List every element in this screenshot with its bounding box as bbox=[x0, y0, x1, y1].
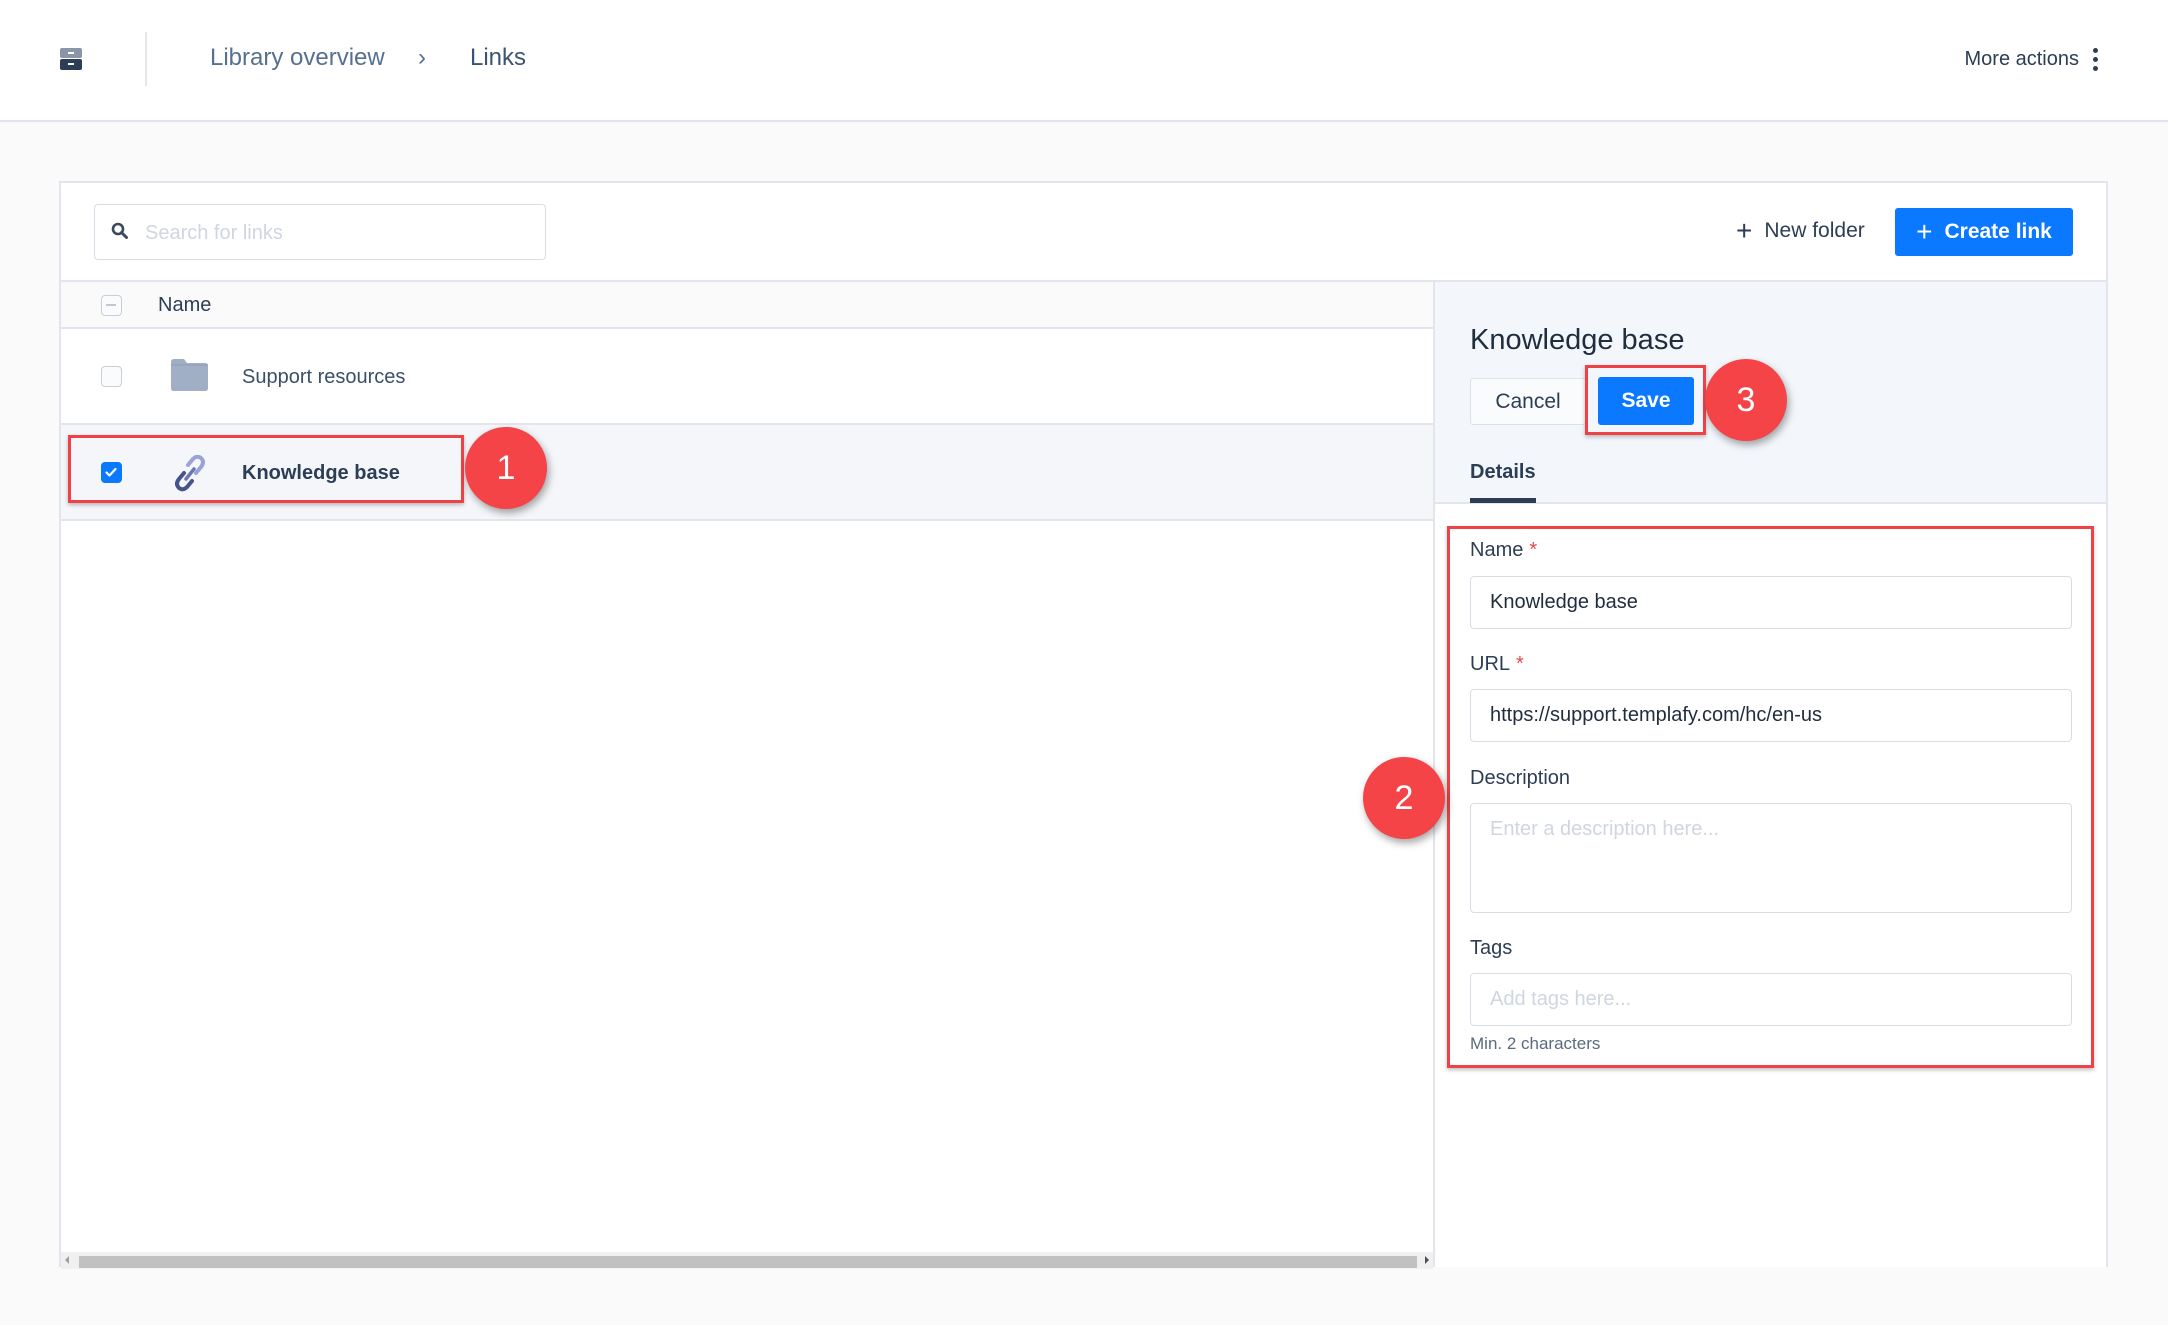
scroll-right-icon[interactable] bbox=[1425, 1256, 1429, 1264]
name-input[interactable] bbox=[1470, 576, 2072, 629]
required-mark: * bbox=[1529, 539, 1538, 561]
folder-icon bbox=[171, 359, 208, 391]
url-input[interactable] bbox=[1470, 689, 2072, 742]
new-folder-button[interactable]: + New folder bbox=[1736, 206, 1865, 256]
links-list: Name Support resources Knowledge base bbox=[61, 280, 1433, 1269]
kebab-vertical-icon bbox=[2093, 47, 2098, 71]
plus-icon: + bbox=[1736, 215, 1753, 246]
search-box[interactable] bbox=[94, 204, 546, 260]
create-link-label: Create link bbox=[1944, 220, 2052, 243]
more-actions-label: More actions bbox=[1964, 48, 2080, 70]
scroll-left-icon[interactable] bbox=[65, 1256, 69, 1264]
list-row-selected[interactable]: Knowledge base bbox=[61, 425, 1433, 521]
top-bar: Library overview › Links More actions bbox=[0, 0, 2168, 122]
required-mark: * bbox=[1516, 653, 1524, 675]
create-link-button[interactable]: + Create link bbox=[1895, 208, 2073, 256]
callout-badge-1: 1 bbox=[465, 427, 547, 509]
plus-icon: + bbox=[1916, 216, 1933, 247]
new-folder-label: New folder bbox=[1764, 219, 1865, 242]
select-all-checkbox[interactable] bbox=[101, 295, 122, 316]
save-button[interactable]: Save bbox=[1598, 377, 1694, 425]
horizontal-scrollbar[interactable] bbox=[61, 1252, 1433, 1269]
search-icon bbox=[111, 222, 128, 239]
breadcrumb-links: Links bbox=[470, 44, 527, 71]
tags-hint: Min. 2 characters bbox=[1470, 1034, 1601, 1053]
link-icon bbox=[175, 455, 205, 492]
callout-badge-2: 2 bbox=[1363, 757, 1445, 839]
search-input[interactable] bbox=[143, 215, 537, 251]
row-name[interactable]: Support resources bbox=[242, 362, 405, 392]
tab-details[interactable]: Details bbox=[1470, 458, 1536, 486]
callout-badge-3: 3 bbox=[1705, 359, 1787, 441]
cancel-button[interactable]: Cancel bbox=[1470, 378, 1586, 425]
list-header: Name bbox=[61, 282, 1433, 329]
links-card: + New folder + Create link Name Support … bbox=[59, 181, 2108, 1269]
row-checkbox-checked[interactable] bbox=[101, 462, 122, 483]
chevron-right-icon: › bbox=[418, 44, 426, 71]
scrollbar-thumb[interactable] bbox=[79, 1256, 1417, 1268]
description-textarea[interactable] bbox=[1470, 803, 2072, 913]
description-label: Description bbox=[1470, 767, 1571, 789]
more-actions-button[interactable]: More actions bbox=[1964, 44, 2098, 74]
panel-title: Knowledge base bbox=[1470, 324, 1685, 356]
header-divider bbox=[145, 32, 147, 86]
tags-input[interactable] bbox=[1470, 973, 2072, 1026]
archive-cabinet-icon[interactable] bbox=[60, 48, 82, 70]
row-checkbox[interactable] bbox=[101, 366, 122, 387]
column-header-name[interactable]: Name bbox=[158, 291, 211, 319]
breadcrumb-library-overview[interactable]: Library overview bbox=[210, 40, 385, 76]
list-row[interactable]: Support resources bbox=[61, 329, 1433, 425]
url-label: URL * bbox=[1470, 653, 1524, 675]
tab-active-indicator bbox=[1470, 498, 1536, 503]
name-label: Name * bbox=[1470, 539, 1538, 561]
checkmark-icon bbox=[105, 467, 117, 477]
row-name[interactable]: Knowledge base bbox=[242, 458, 400, 488]
tags-label: Tags bbox=[1470, 937, 1513, 959]
